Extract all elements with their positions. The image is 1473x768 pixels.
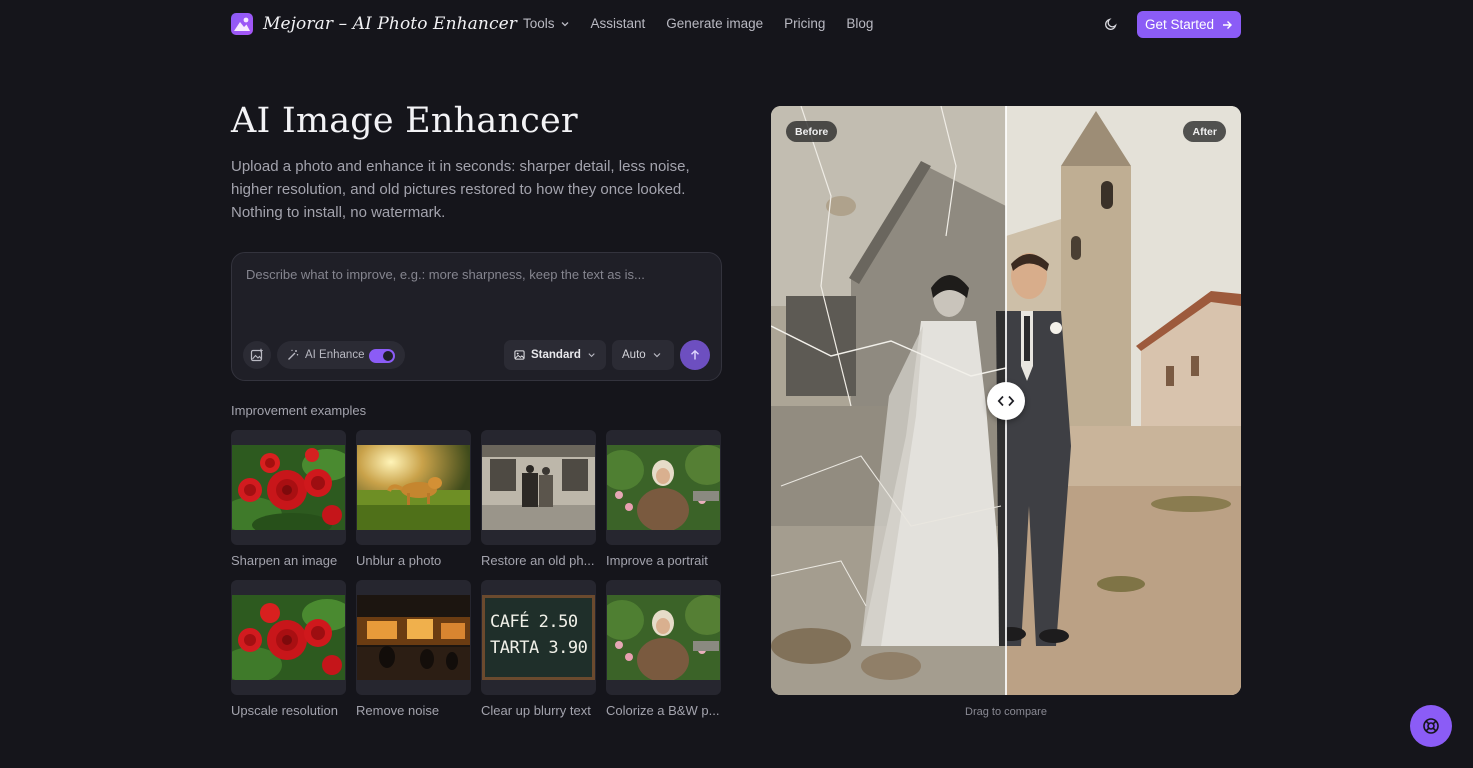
before-after-compare[interactable]: Before After — [771, 106, 1241, 695]
hero-subtitle: Upload a photo and enhance it in seconds… — [231, 158, 690, 221]
example-card-text[interactable]: CAFÉ 2.50 TARTA 3.90 Clear up blurry tex… — [481, 580, 596, 718]
mode-select[interactable]: Auto — [612, 340, 674, 370]
image-logo-icon — [231, 13, 253, 35]
chevron-down-icon — [561, 21, 568, 26]
chalkboard-line-2: TARTA 3.90 — [490, 638, 588, 658]
mode-value: Auto — [622, 349, 646, 361]
ai-enhance-switch[interactable] — [369, 349, 395, 363]
example-thumbnail — [481, 430, 596, 545]
example-card-colorize[interactable]: Colorize a B&W p... — [606, 580, 721, 718]
lifebuoy-icon — [1423, 718, 1439, 734]
image-icon — [514, 350, 525, 360]
example-label: Sharpen an image — [231, 553, 338, 568]
example-card-sharpen[interactable]: Sharpen an image — [231, 430, 346, 568]
arrow-right-icon — [1223, 20, 1233, 29]
chalkboard: CAFÉ 2.50 TARTA 3.90 — [485, 598, 592, 677]
nav-tools[interactable]: Tools — [523, 16, 570, 31]
chevron-down-icon — [653, 353, 661, 358]
nav-pricing[interactable]: Pricing — [784, 16, 825, 31]
example-label: Colorize a B&W p... — [606, 703, 720, 718]
ai-enhance-toggle[interactable]: AI Enhance — [277, 341, 405, 369]
nav-blog[interactable]: Blog — [846, 16, 873, 31]
example-thumbnail — [356, 580, 471, 695]
example-label: Unblur a photo — [356, 553, 442, 568]
example-label: Improve a portrait — [606, 553, 708, 568]
code-arrows-icon — [997, 395, 1015, 407]
example-thumbnail: CAFÉ 2.50 TARTA 3.90 — [481, 580, 596, 695]
example-label: Restore an old ph... — [481, 553, 595, 568]
nav-generate-image[interactable]: Generate image — [666, 16, 763, 31]
theme-toggle-button[interactable] — [1100, 13, 1122, 35]
chalkboard-line-1: CAFÉ 2.50 — [490, 612, 578, 632]
example-label: Clear up blurry text — [481, 703, 591, 718]
image-plus-icon — [250, 348, 263, 362]
magic-wand-icon — [288, 349, 299, 360]
moon-icon — [1105, 18, 1117, 30]
prompt-box: AI Enhance Standard Auto — [231, 252, 722, 381]
get-started-button[interactable]: Get Started — [1137, 11, 1241, 38]
nav-assistant[interactable]: Assistant — [591, 16, 646, 31]
example-thumbnail — [231, 430, 346, 545]
ai-enhance-label: AI Enhance — [305, 349, 365, 361]
before-badge: Before — [786, 121, 838, 142]
main-nav: Tools Assistant Generate image Pricing B… — [523, 16, 873, 31]
example-card-upscale[interactable]: Upscale resolution — [231, 580, 346, 718]
example-card-portrait[interactable]: Improve a portrait — [606, 430, 721, 568]
brand[interactable]: Mejorar – AI Photo Enhancer — [231, 13, 517, 35]
example-card-unblur[interactable]: Unblur a photo — [356, 430, 471, 568]
arrow-up-icon — [691, 349, 699, 360]
get-started-label: Get Started — [1144, 17, 1215, 32]
examples-heading: Improvement examples — [231, 403, 367, 418]
submit-button[interactable] — [680, 340, 710, 370]
example-card-restore[interactable]: Restore an old ph... — [481, 430, 596, 568]
prompt-input[interactable] — [246, 267, 706, 327]
example-label: Upscale resolution — [231, 703, 338, 718]
compare-caption: Drag to compare — [965, 706, 1047, 718]
compare-drag-handle[interactable] — [987, 382, 1025, 420]
quality-value: Standard — [531, 349, 581, 361]
example-card-denoise[interactable]: Remove noise — [356, 580, 471, 718]
help-button[interactable] — [1410, 705, 1452, 747]
upload-image-button[interactable] — [243, 341, 271, 369]
page-title: AI Image Enhancer — [231, 101, 578, 141]
brand-name: Mejorar – AI Photo Enhancer — [263, 14, 517, 34]
example-thumbnail — [606, 580, 721, 695]
example-thumbnail — [606, 430, 721, 545]
example-thumbnail — [231, 580, 346, 695]
quality-select[interactable]: Standard — [504, 340, 606, 370]
after-badge: After — [1183, 121, 1226, 142]
chevron-down-icon — [588, 353, 595, 358]
nav-tools-label: Tools — [523, 16, 555, 31]
example-thumbnail — [356, 430, 471, 545]
example-label: Remove noise — [356, 703, 440, 718]
top-navigation: Mejorar – AI Photo Enhancer Tools Assist… — [0, 0, 1473, 48]
